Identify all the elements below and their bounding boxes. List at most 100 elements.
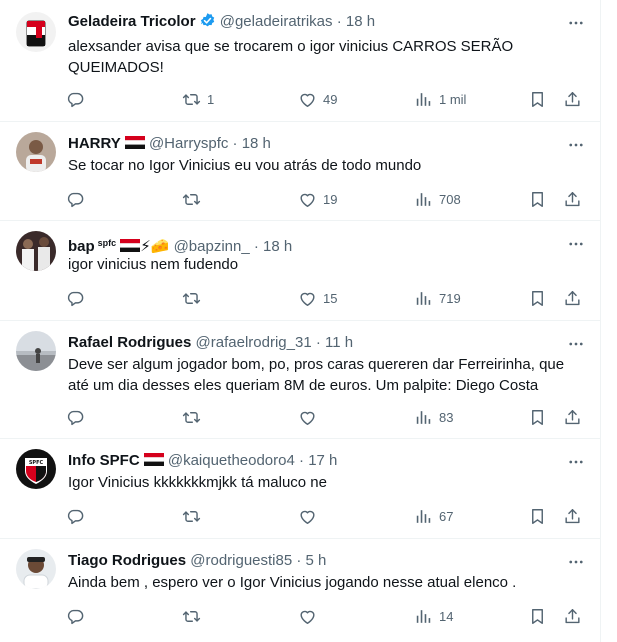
tweet-item[interactable]: Geladeira Tricolor @geladeiratrikas · 18…	[0, 0, 600, 122]
separator-dot: ·	[315, 334, 321, 351]
share-icon	[563, 408, 582, 427]
reply-button[interactable]	[66, 288, 91, 308]
retweet-button[interactable]: 1	[182, 89, 214, 109]
handle[interactable]: @rodriguesti85	[190, 552, 292, 569]
timestamp[interactable]: 11 h	[325, 334, 353, 351]
tweet-text: Igor Vinicius kkkkkkkmjkk tá maluco ne	[68, 474, 327, 491]
views-button[interactable]: 1 mil	[414, 89, 466, 109]
more-icon[interactable]	[566, 235, 586, 253]
handle[interactable]: @Harryspfc	[149, 135, 228, 152]
more-icon[interactable]	[566, 335, 586, 353]
more-icon[interactable]	[566, 136, 586, 154]
timestamp[interactable]: 18 h	[263, 238, 292, 255]
avatar[interactable]	[16, 331, 56, 371]
bookmark-button[interactable]	[528, 288, 547, 308]
flag-icon	[120, 239, 140, 252]
reply-icon	[66, 289, 85, 308]
timestamp[interactable]: 18 h	[346, 13, 375, 30]
heart-icon	[298, 90, 317, 109]
timestamp[interactable]: 5 h	[306, 552, 327, 569]
display-name[interactable]: HARRY	[68, 135, 121, 152]
display-name[interactable]: Rafael Rodrigues	[68, 334, 191, 351]
display-name[interactable]: Geladeira Tricolor	[68, 13, 196, 30]
display-name[interactable]: Tiago Rodrigues	[68, 552, 186, 569]
heart-icon	[298, 507, 317, 526]
retweet-button[interactable]	[182, 288, 207, 308]
more-icon[interactable]	[566, 453, 586, 471]
retweet-icon	[182, 90, 201, 109]
flag-icon	[144, 453, 164, 466]
bookmark-button[interactable]	[528, 189, 547, 209]
retweet-button[interactable]	[182, 407, 207, 427]
like-button[interactable]	[298, 606, 323, 626]
avatar[interactable]	[16, 132, 56, 172]
action-bar: 15 719	[66, 288, 586, 308]
share-button[interactable]	[563, 189, 582, 209]
tweet-item[interactable]: Rafael Rodrigues @rafaelrodrig_31 · 11 h…	[0, 321, 600, 439]
heart-icon	[298, 607, 317, 626]
views-icon	[414, 190, 433, 209]
display-name[interactable]: Info SPFC	[68, 452, 140, 469]
retweet-button[interactable]	[182, 189, 207, 209]
retweet-icon	[182, 190, 201, 209]
views-icon	[414, 289, 433, 308]
handle[interactable]: @rafaelrodrig_31	[196, 334, 312, 351]
share-button[interactable]	[563, 606, 582, 626]
bookmark-icon	[528, 607, 547, 626]
handle[interactable]: @bapzinn_	[174, 238, 250, 255]
display-name[interactable]: bap	[68, 238, 95, 255]
separator-dot: ·	[232, 135, 238, 152]
like-button[interactable]: 49	[298, 89, 337, 109]
avatar[interactable]	[16, 231, 56, 271]
share-button[interactable]	[563, 506, 582, 526]
bookmark-button[interactable]	[528, 606, 547, 626]
like-button[interactable]: 19	[298, 189, 337, 209]
share-button[interactable]	[563, 407, 582, 427]
share-button[interactable]	[563, 288, 582, 308]
retweet-button[interactable]	[182, 506, 207, 526]
bookmark-button[interactable]	[528, 506, 547, 526]
tweet-header: HARRY @Harryspfc · 18 h	[68, 134, 550, 154]
tweet-header: bap spfc ⚡🧀 @bapzinn_ · 18 h	[68, 233, 550, 255]
reply-icon	[66, 507, 85, 526]
retweet-icon	[182, 408, 201, 427]
handle[interactable]: @geladeiratrikas	[220, 13, 333, 30]
reply-button[interactable]	[66, 89, 91, 109]
tweet-item[interactable]: bap spfc ⚡🧀 @bapzinn_ · 18 h igor vinicius…	[0, 221, 600, 321]
bookmark-button[interactable]	[528, 89, 547, 109]
reply-icon	[66, 408, 85, 427]
like-button[interactable]	[298, 506, 323, 526]
view-count: 14	[439, 608, 454, 624]
like-count: 49	[323, 91, 338, 107]
reply-button[interactable]	[66, 189, 91, 209]
avatar[interactable]: SPFC	[16, 449, 56, 489]
bookmark-button[interactable]	[528, 407, 547, 427]
action-bar: 19 708	[66, 189, 586, 209]
tweet-item[interactable]: HARRY @Harryspfc · 18 h Se tocar no Igor…	[0, 122, 600, 221]
more-icon[interactable]	[566, 553, 586, 571]
bookmark-icon	[528, 408, 547, 427]
like-button[interactable]	[298, 407, 323, 427]
avatar[interactable]	[16, 12, 56, 52]
views-button[interactable]: 67	[414, 506, 453, 526]
reply-button[interactable]	[66, 606, 91, 626]
reply-button[interactable]	[66, 506, 91, 526]
share-icon	[563, 507, 582, 526]
share-button[interactable]	[563, 89, 582, 109]
reply-button[interactable]	[66, 407, 91, 427]
timestamp[interactable]: 17 h	[308, 452, 337, 469]
avatar[interactable]	[16, 549, 56, 589]
tweet-item[interactable]: SPFC Info SPFC @kaiquetheodoro4 · 17 h I…	[0, 439, 600, 539]
timestamp[interactable]: 18 h	[242, 135, 271, 152]
retweet-button[interactable]	[182, 606, 207, 626]
like-button[interactable]: 15	[298, 288, 337, 308]
views-button[interactable]: 83	[414, 407, 453, 427]
heart-icon	[298, 190, 317, 209]
views-button[interactable]: 708	[414, 189, 461, 209]
tweet-item[interactable]: Tiago Rodrigues @rodriguesti85 · 5 h Ain…	[0, 539, 600, 642]
more-icon[interactable]	[566, 14, 586, 32]
handle[interactable]: @kaiquetheodoro4	[168, 452, 295, 469]
tweet-text: Se tocar no Igor Vinicius eu vou atrás d…	[68, 157, 422, 174]
views-button[interactable]: 14	[414, 606, 453, 626]
views-button[interactable]: 719	[414, 288, 461, 308]
